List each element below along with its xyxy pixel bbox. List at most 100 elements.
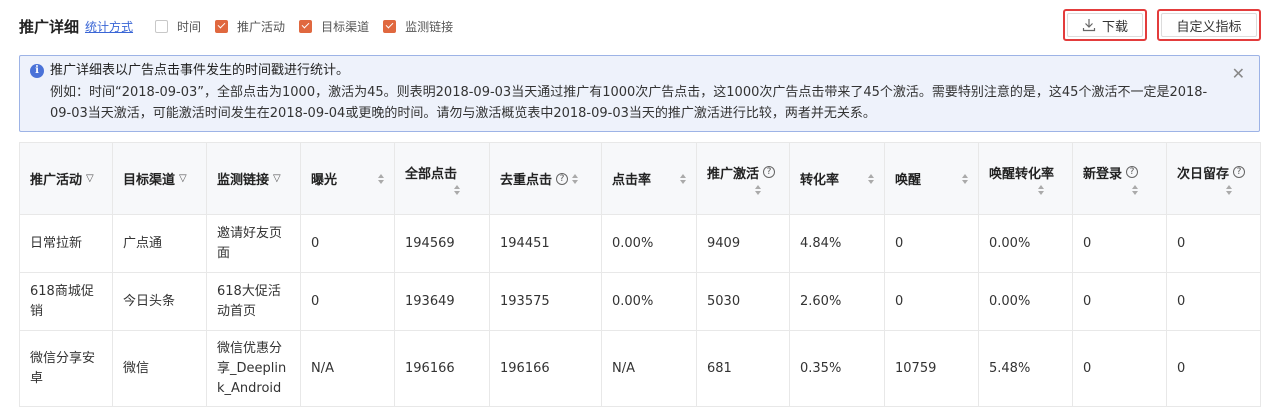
table-cell: 0 xyxy=(1166,272,1261,331)
table-cell: 0 xyxy=(1072,330,1167,407)
col-header-next-day-retention[interactable]: 次日留存? xyxy=(1166,142,1261,215)
col-header-label: 唤醒 xyxy=(895,173,922,188)
checkbox-time[interactable]: 时间 xyxy=(155,18,201,35)
help-icon[interactable]: ? xyxy=(1233,166,1246,178)
download-button[interactable]: 下载 xyxy=(1063,9,1147,41)
col-header-activations[interactable]: 推广激活? xyxy=(696,142,790,215)
filter-icon[interactable]: ▽ xyxy=(273,173,281,184)
col-header-label: 推广活动 xyxy=(30,173,83,188)
table-cell: 618商城促销 xyxy=(19,272,113,331)
help-icon[interactable]: ? xyxy=(763,166,776,178)
sort-icon[interactable] xyxy=(680,173,686,184)
table-cell: 日常拉新 xyxy=(19,214,113,273)
table-cell: 0.00% xyxy=(978,272,1073,331)
table-cell: 0 xyxy=(1166,330,1261,407)
notice-body: 例如：时间“2018-09-03”，全部点击为1000，激活为45。则表明201… xyxy=(50,85,1208,121)
table-row: 微信分享安卓 微信 微信优惠分享_Deeplink_Android N/A 196166… xyxy=(19,330,1261,407)
filter-icon[interactable]: ▽ xyxy=(86,173,94,184)
checkbox-channel[interactable]: 目标渠道 xyxy=(299,18,369,35)
table-cell: 0 xyxy=(884,272,979,331)
table-cell: 2.60% xyxy=(789,272,885,331)
table-row: 日常拉新 广点通 邀请好友页面 0 194569 194451 0.00% 9409 4.84%… xyxy=(19,214,1261,273)
table-cell: 196166 xyxy=(489,330,602,407)
info-notice: i 推广详细表以广告点击事件发生的时间戳进行统计。 例如：时间“2018-09-0… xyxy=(19,55,1260,132)
col-header-campaign[interactable]: 推广活动 ▽ xyxy=(19,142,113,215)
help-icon[interactable]: ? xyxy=(1126,166,1139,178)
table-cell: 618大促活动首页 xyxy=(206,272,301,331)
custom-metrics-label: 自定义指标 xyxy=(1176,19,1242,35)
table-cell: 0.00% xyxy=(601,272,697,331)
col-header-new-login[interactable]: 新登录? xyxy=(1072,142,1167,215)
col-header-label: 推广激活 xyxy=(707,166,760,182)
col-header-wakeup-rate[interactable]: 唤醒转化率 xyxy=(978,142,1073,215)
table-cell: 0 xyxy=(884,214,979,273)
col-header-tracking-link[interactable]: 监测链接 ▽ xyxy=(206,142,301,215)
table-cell: 681 xyxy=(696,330,790,407)
col-header-label: 去重点击 xyxy=(500,173,553,188)
table-row: 618商城促销 今日头条 618大促活动首页 0 193649 193575 0.00% 50… xyxy=(19,272,1261,331)
table-cell: 196166 xyxy=(394,330,490,407)
stat-method-link[interactable]: 统计方式 xyxy=(85,18,133,35)
close-icon[interactable]: ✕ xyxy=(1232,64,1245,83)
col-header-exposure[interactable]: 曝光 xyxy=(300,142,395,215)
notice-title: 推广详细表以广告点击事件发生的时间戳进行统计。 xyxy=(50,63,350,78)
table-cell: 广点通 xyxy=(112,214,207,273)
col-header-unique-clicks[interactable]: 去重点击? xyxy=(489,142,602,215)
table-cell: 4.84% xyxy=(789,214,885,273)
table-cell: 9409 xyxy=(696,214,790,273)
filter-icon[interactable]: ▽ xyxy=(179,173,187,184)
col-header-label: 转化率 xyxy=(800,173,840,188)
col-header-conversion-rate[interactable]: 转化率 xyxy=(789,142,885,215)
col-header-all-clicks[interactable]: 全部点击 xyxy=(394,142,490,215)
sort-icon[interactable] xyxy=(962,173,968,184)
checkbox-box[interactable] xyxy=(215,19,229,33)
custom-metrics-button[interactable]: 自定义指标 xyxy=(1157,9,1261,41)
col-header-label: 目标渠道 xyxy=(123,173,176,188)
checkbox-box[interactable] xyxy=(155,19,169,33)
download-icon xyxy=(1082,19,1096,32)
table-cell: 194451 xyxy=(489,214,602,273)
table-cell: 193575 xyxy=(489,272,602,331)
table-cell: 0 xyxy=(1166,214,1261,273)
table-cell: 0.35% xyxy=(789,330,885,407)
table-cell: 0.00% xyxy=(601,214,697,273)
table-cell: 5030 xyxy=(696,272,790,331)
sort-icon[interactable] xyxy=(1225,184,1232,195)
table-cell: 194569 xyxy=(394,214,490,273)
sort-icon[interactable] xyxy=(868,173,874,184)
checkbox-label: 推广活动 xyxy=(237,19,286,34)
col-header-label: 唤醒转化率 xyxy=(989,166,1055,182)
checkbox-box[interactable] xyxy=(383,19,397,33)
sort-icon[interactable] xyxy=(1131,184,1138,195)
table-cell: 0 xyxy=(300,214,395,273)
table-cell: 0 xyxy=(300,272,395,331)
col-header-label: 次日留存 xyxy=(1177,166,1230,182)
col-header-wakeup[interactable]: 唤醒 xyxy=(884,142,979,215)
table-header-row: 推广活动 ▽ 目标渠道 ▽ 监测链接 ▽ 曝光 全部点击 去重点击? 点击率 推广激活… xyxy=(19,142,1261,215)
table-cell: 5.48% xyxy=(978,330,1073,407)
table-cell: N/A xyxy=(601,330,697,407)
checkbox-label: 监测链接 xyxy=(405,19,454,34)
sort-icon[interactable] xyxy=(572,173,579,184)
checkbox-tracking-link[interactable]: 监测链接 xyxy=(383,18,453,35)
checkbox-campaign[interactable]: 推广活动 xyxy=(215,18,285,35)
table-cell: 0 xyxy=(1072,272,1167,331)
col-header-channel[interactable]: 目标渠道 ▽ xyxy=(112,142,207,215)
table-cell: N/A xyxy=(300,330,395,407)
page-title: 推广详细 xyxy=(19,17,80,36)
sort-icon[interactable] xyxy=(378,173,384,184)
promotion-detail-table: 推广活动 ▽ 目标渠道 ▽ 监测链接 ▽ 曝光 全部点击 去重点击? 点击率 推广激活… xyxy=(19,142,1261,407)
checkbox-box[interactable] xyxy=(299,19,313,33)
download-label: 下载 xyxy=(1101,19,1128,35)
col-header-label: 全部点击 xyxy=(405,166,458,182)
info-icon: i xyxy=(30,64,44,78)
table-cell: 今日头条 xyxy=(112,272,207,331)
sort-icon[interactable] xyxy=(454,184,460,195)
col-header-ctr[interactable]: 点击率 xyxy=(601,142,697,215)
sort-icon[interactable] xyxy=(1037,184,1044,195)
help-icon[interactable]: ? xyxy=(556,172,569,185)
checkbox-label: 时间 xyxy=(177,19,202,34)
sort-icon[interactable] xyxy=(755,184,761,195)
table-cell: 0 xyxy=(1072,214,1167,273)
table-cell: 193649 xyxy=(394,272,490,331)
